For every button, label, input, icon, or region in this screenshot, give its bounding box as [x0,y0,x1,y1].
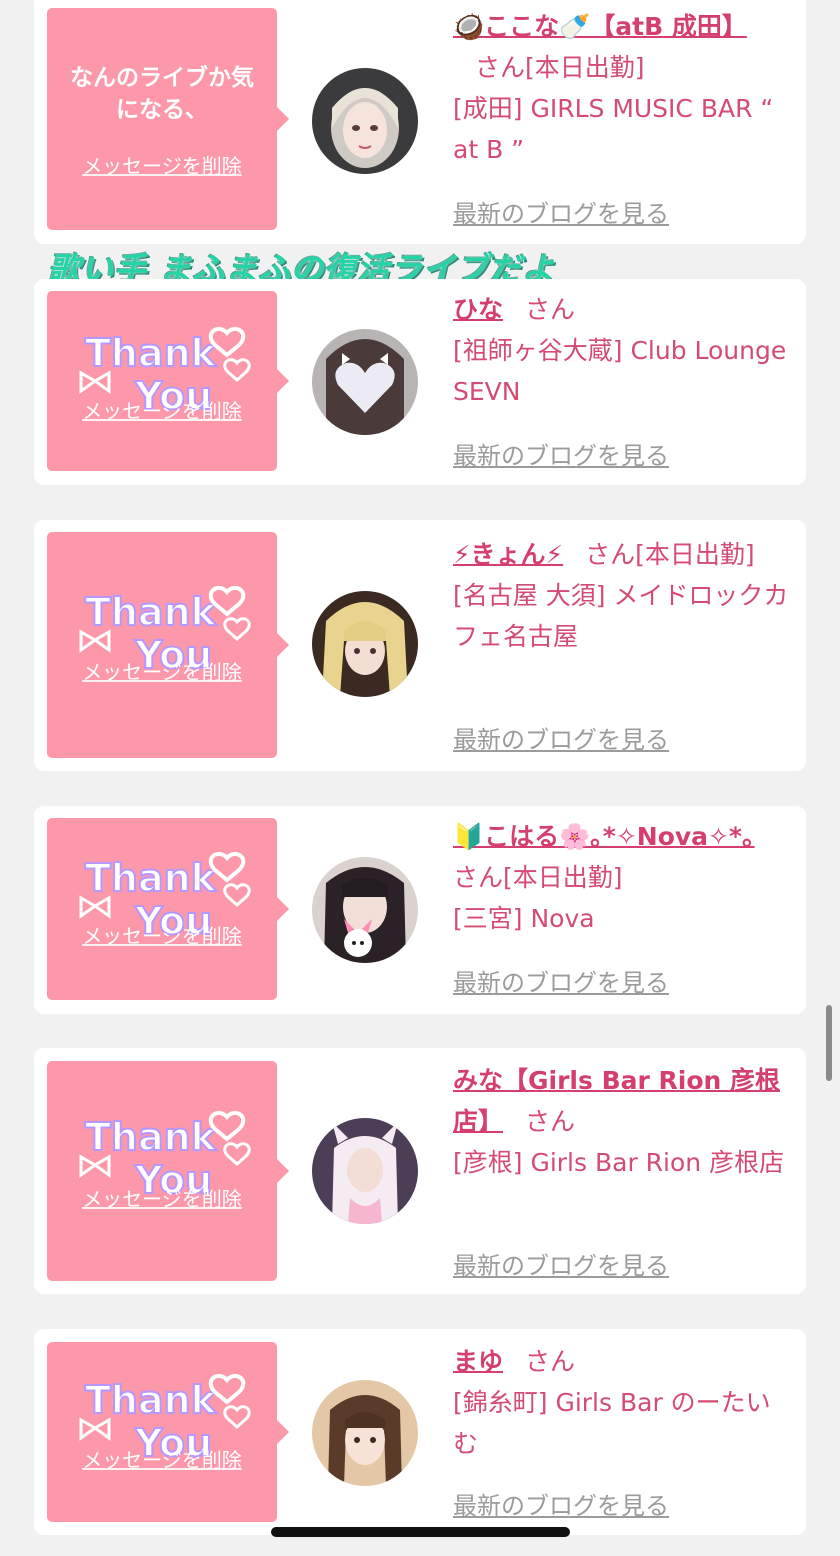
heart-icon [223,1142,251,1167]
ribbon-icon [79,629,111,653]
cast-info: ひな さん [祖師ヶ谷大蔵] Club Lounge SEVN [453,289,792,412]
message-card: なんのライブか気になる、 メッセージを削除 🥥ここな🍼【atB 成田】さん[本日… [34,0,806,244]
cast-name-link[interactable]: ⚡きょん⚡ [453,540,563,569]
delete-message-link[interactable]: メッセージを削除 [47,150,277,179]
message-bubble: Thank You メッセージを削除 [47,532,289,758]
message-bubble: Thank You メッセージを削除 [47,1061,289,1281]
latest-blog-link[interactable]: 最新のブログを見る [453,1486,669,1521]
status-text: [本日出勤] [503,863,623,892]
cast-info: ⚡きょん⚡ さん[本日出勤] [名古屋 大須] メイドロックカフェ名古屋 [453,534,792,657]
honorific: さん [525,1107,576,1136]
cast-name-link[interactable]: まゆ [453,1347,503,1376]
ribbon-icon [79,1417,111,1441]
delete-message-link[interactable]: メッセージを削除 [47,920,277,949]
avatar[interactable] [312,1118,418,1224]
message-bubble: なんのライブか気になる、 メッセージを削除 [47,8,289,230]
delete-message-link[interactable]: メッセージを削除 [47,1183,277,1212]
ribbon-icon [79,895,111,919]
heart-covered-face-photo-icon [312,329,418,435]
ribbon-icon [79,1154,111,1178]
latest-blog-link[interactable]: 最新のブログを見る [453,963,669,998]
scrollbar[interactable] [826,1005,832,1081]
cast-name-link[interactable]: ひな [453,295,503,324]
honorific: さん [525,1347,576,1376]
sticker-text-thank: Thank [85,331,217,375]
girl-in-bunny-hood-photo-icon [312,1118,418,1224]
delete-message-link[interactable]: メッセージを削除 [47,656,277,685]
status-text: [本日出勤] [525,53,645,82]
shop-text: [彦根] Girls Bar Rion 彦根店 [453,1148,785,1177]
cast-info: 🥥ここな🍼【atB 成田】さん[本日出勤] [成田] GIRLS MUSIC B… [453,6,792,170]
latest-blog-link[interactable]: 最新のブログを見る [453,436,669,471]
avatar[interactable] [312,329,418,435]
status-text: [本日出勤] [635,540,755,569]
cast-name-link[interactable]: 🔰こはる🌸｡*✧Nova✧*｡ [453,822,755,851]
avatar[interactable] [312,68,418,174]
cast-info: 🔰こはる🌸｡*✧Nova✧*｡ さん[本日出勤] [三宮] Nova [453,816,792,939]
blonde-girl-photo-icon [312,68,418,174]
heart-icon [223,1405,251,1430]
avatar[interactable] [312,857,418,963]
shop-text: [祖師ヶ谷大蔵] Club Lounge SEVN [453,336,787,406]
blonde-twin-tails-photo-icon [312,591,418,697]
shop-text: [成田] GIRLS MUSIC BAR “ at B ” [453,94,774,164]
message-card: Thank You メッセージを削除 🔰こはる🌸｡*✧Nova✧*｡ さん[本日出… [34,806,806,1014]
ribbon-icon [79,370,111,394]
sticker-text-thank: Thank [85,1115,217,1159]
latest-blog-link[interactable]: 最新のブログを見る [453,1246,669,1281]
heart-icon [223,883,251,908]
girl-with-plush-photo-icon [312,857,418,963]
honorific: さん [475,53,526,82]
brown-hair-girl-photo-icon [312,1380,418,1486]
sticker-text-thank: Thank [85,1378,217,1422]
message-card: Thank You メッセージを削除 ひな さん [祖師ヶ谷大蔵] Club Lo… [34,279,806,485]
message-card: Thank You メッセージを削除 ⚡きょん⚡ さん[本日出勤] [名古屋 大須… [34,520,806,771]
heart-icon [223,617,251,642]
message-card: Thank You メッセージを削除 みな【Girls Bar Rion 彦根店… [34,1048,806,1294]
message-bubble: Thank You メッセージを削除 [47,1342,289,1522]
message-text: なんのライブか気になる、 [70,65,254,123]
latest-blog-link[interactable]: 最新のブログを見る [453,194,669,229]
message-bubble: Thank You メッセージを削除 [47,818,289,1000]
message-card: Thank You メッセージを削除 まゆ さん [錦糸町] Girls Bar … [34,1329,806,1535]
sticker-text-thank: Thank [85,590,217,634]
avatar[interactable] [312,1380,418,1486]
cast-name-link[interactable]: 🥥ここな🍼【atB 成田】 [453,12,747,41]
heart-icon [223,358,251,383]
cast-info: まゆ さん [錦糸町] Girls Bar のーたいむ [453,1341,792,1464]
honorific: さん [585,540,636,569]
shop-text: [錦糸町] Girls Bar のーたいむ [453,1388,771,1458]
message-bubble: Thank You メッセージを削除 [47,291,289,471]
cast-name-link[interactable]: みな【Girls Bar Rion 彦根店】 [453,1066,780,1136]
honorific: さん [525,295,576,324]
avatar[interactable] [312,591,418,697]
sticker-text-thank: Thank [85,856,217,900]
delete-message-link[interactable]: メッセージを削除 [47,395,277,424]
home-indicator[interactable] [271,1527,570,1537]
delete-message-link[interactable]: メッセージを削除 [47,1444,277,1473]
shop-text: [三宮] Nova [453,904,595,933]
cast-info: みな【Girls Bar Rion 彦根店】 さん [彦根] Girls Bar … [453,1060,792,1183]
shop-text: [名古屋 大須] メイドロックカフェ名古屋 [453,581,789,651]
honorific: さん [453,863,504,892]
latest-blog-link[interactable]: 最新のブログを見る [453,720,669,755]
